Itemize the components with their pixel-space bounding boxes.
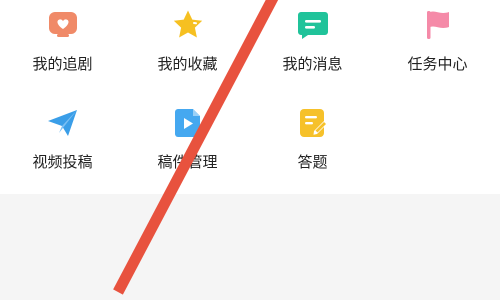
menu-item-my-messages[interactable]: 我的消息	[250, 6, 375, 86]
menu-panel: 我的追剧 我的收藏 我的消息 任务中心 视频投稿 稿件管理 答题	[0, 0, 500, 194]
menu-item-quiz[interactable]: 答题	[250, 104, 375, 184]
menu-item-label: 视频投稿	[32, 153, 93, 171]
menu-item-video-submission[interactable]: 视频投稿	[0, 104, 125, 184]
menu-item-my-favorites[interactable]: 我的收藏	[125, 6, 250, 86]
heart-tv-icon	[46, 8, 80, 42]
menu-item-label: 我的收藏	[157, 55, 218, 73]
menu-item-label: 稿件管理	[157, 153, 218, 171]
menu-item-label: 我的追剧	[32, 55, 93, 73]
menu-item-label: 我的消息	[282, 55, 343, 73]
menu-item-task-center[interactable]: 任务中心	[375, 6, 500, 86]
video-file-icon	[171, 106, 205, 140]
menu-item-label: 答题	[297, 153, 328, 171]
menu-grid: 我的追剧 我的收藏 我的消息 任务中心 视频投稿 稿件管理 答题	[0, 0, 500, 194]
paper-plane-icon	[46, 106, 80, 140]
menu-item-manuscript-management[interactable]: 稿件管理	[125, 104, 250, 184]
menu-item-my-drama[interactable]: 我的追剧	[0, 6, 125, 86]
star-icon	[171, 8, 205, 42]
menu-item-label: 任务中心	[407, 55, 468, 73]
message-icon	[296, 8, 330, 42]
edit-note-icon	[296, 106, 330, 140]
flag-icon	[421, 8, 455, 42]
